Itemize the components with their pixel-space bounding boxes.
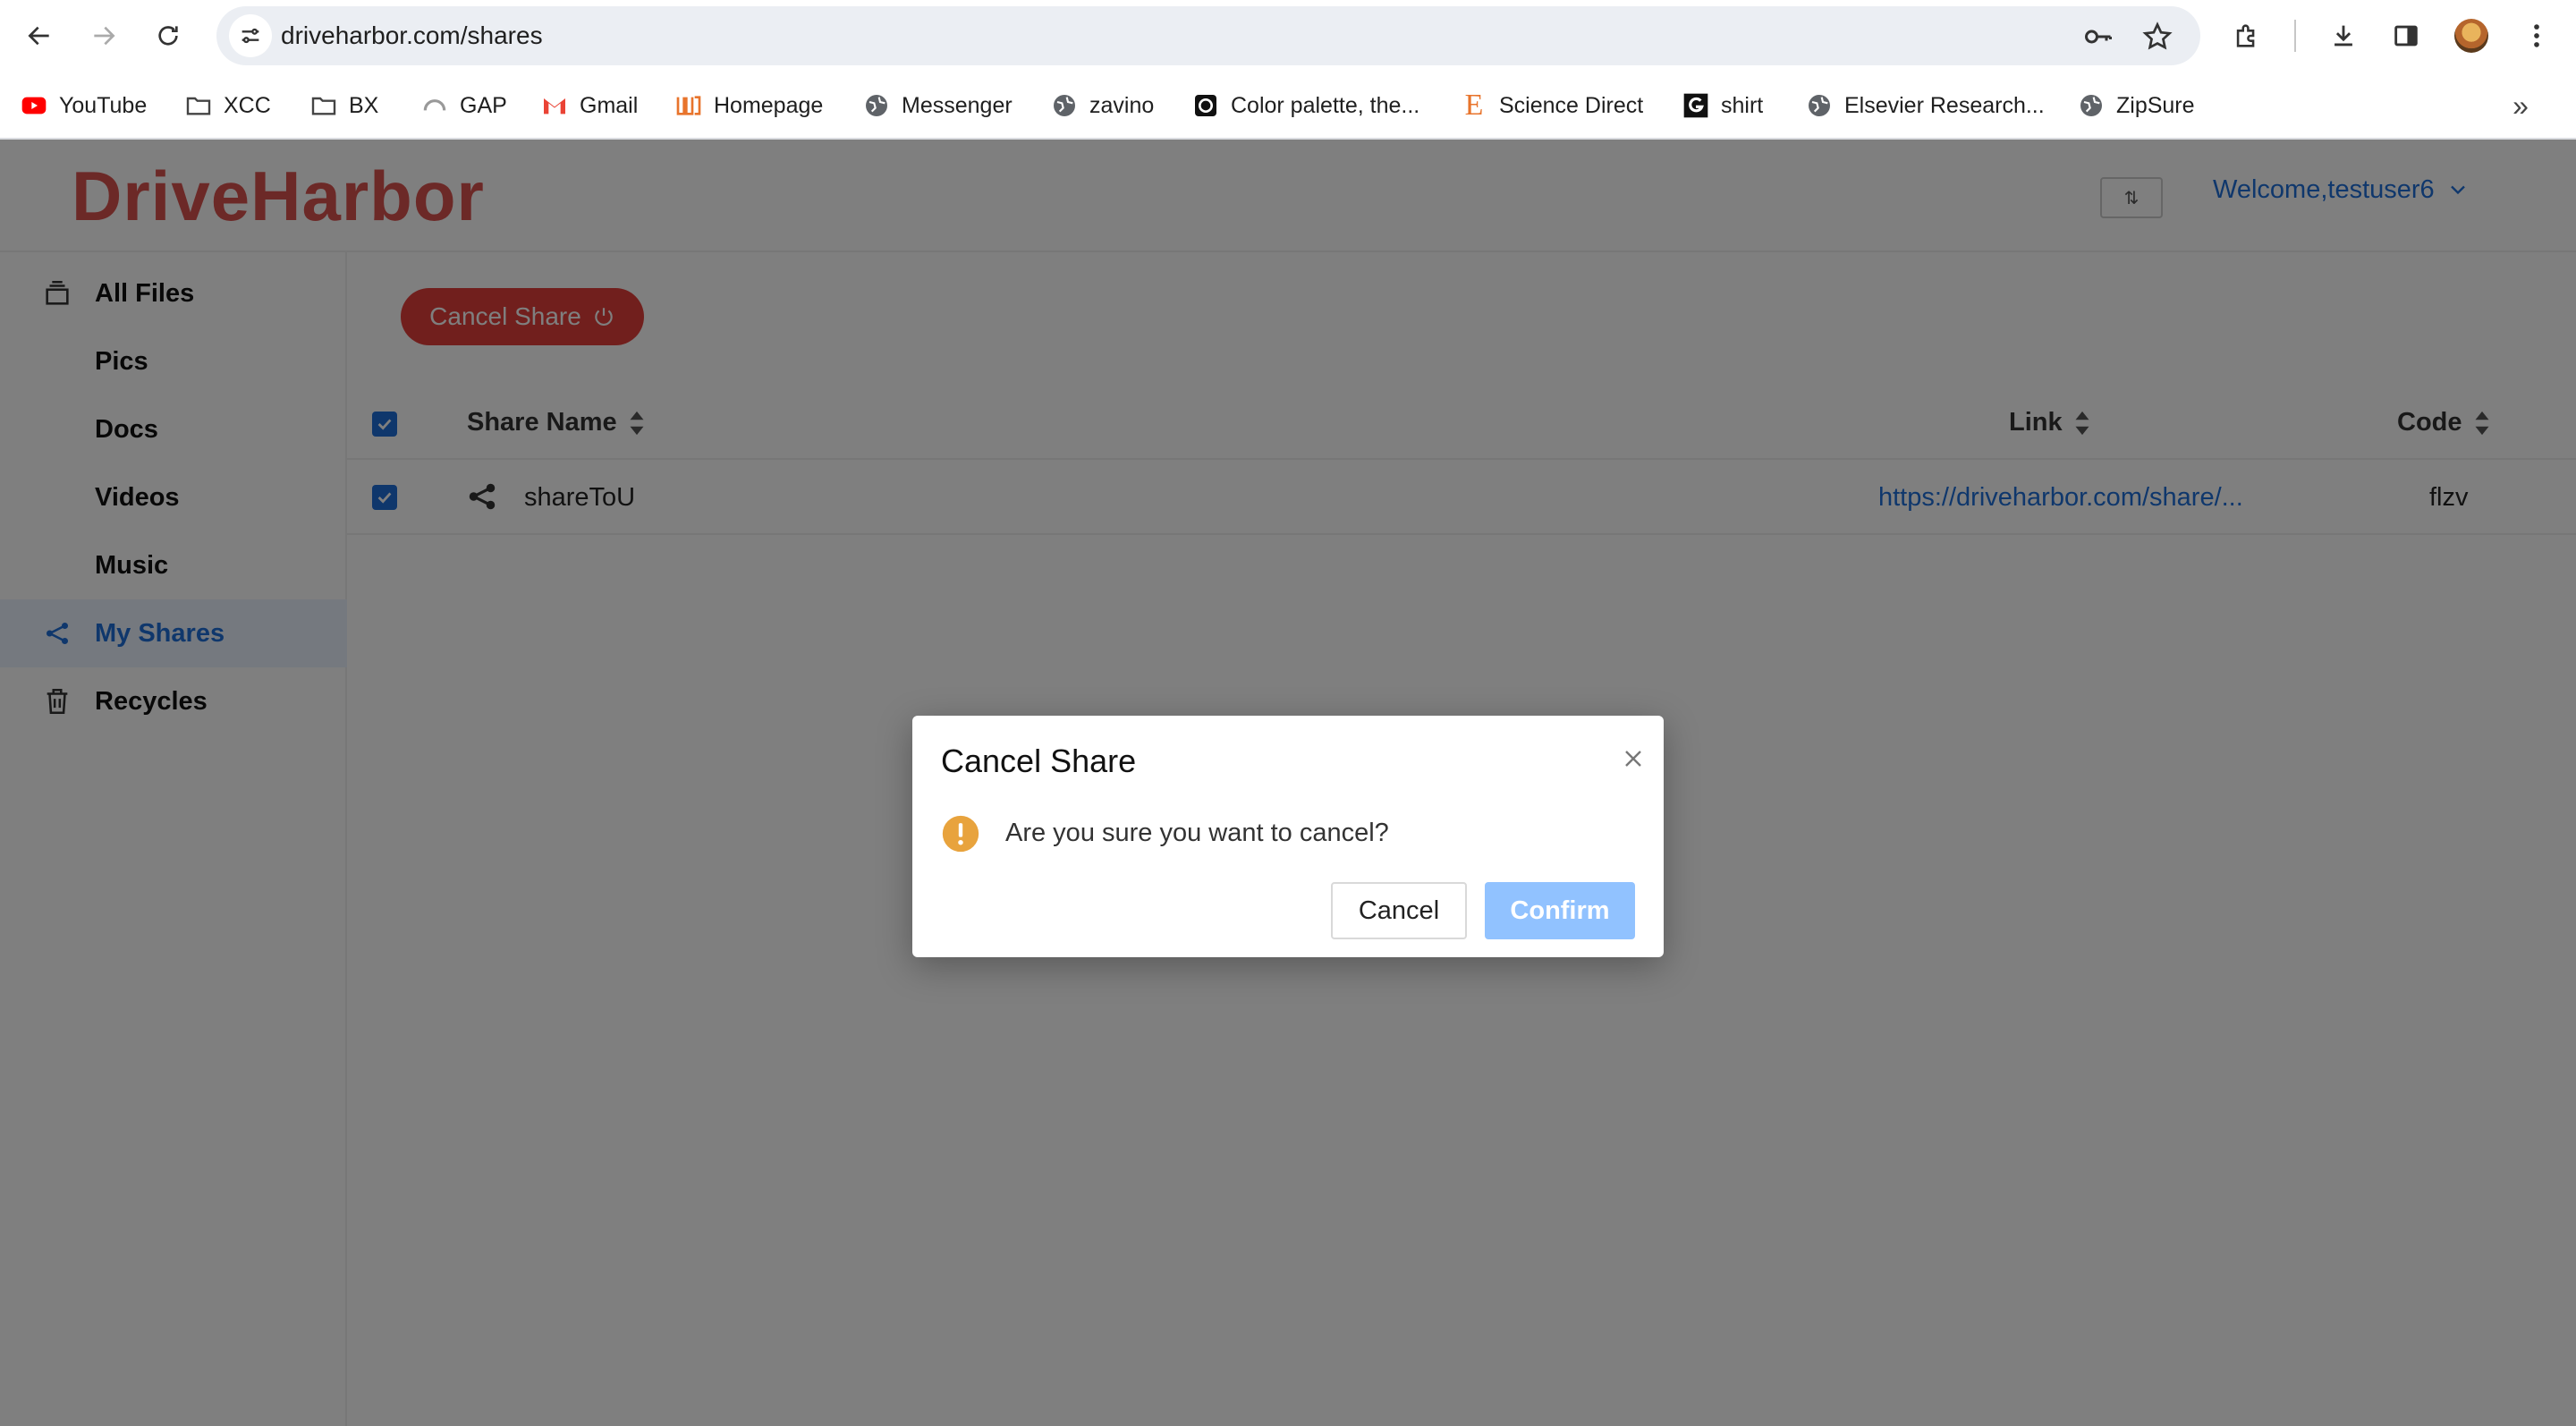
arrow-left-icon (28, 26, 49, 46)
bookmark-elsevier-research[interactable]: Elsevier Research... (1805, 72, 2045, 140)
bookmark-youtube[interactable]: YouTube (20, 72, 147, 140)
bookmark-label: Science Direct (1499, 92, 1644, 118)
bookmark-label: Elsevier Research... (1844, 92, 2045, 118)
back-button[interactable] (18, 14, 61, 57)
dialog-title: Cancel Share (941, 743, 1137, 779)
bookmark-homepage[interactable]: Homepage (674, 72, 823, 140)
bookmark-zipsure[interactable]: ZipSure (2077, 72, 2195, 140)
key-icon[interactable] (2082, 21, 2114, 53)
bookmark-gmail[interactable]: Gmail (540, 72, 638, 140)
bookmarks-bar: YouTube XCC BX GAP Gmail Homepage Messen… (0, 72, 2576, 140)
cancel-button[interactable]: Cancel (1331, 882, 1467, 939)
puzzle-icon (2236, 24, 2255, 47)
star-icon[interactable] (2141, 21, 2174, 53)
bookmark-shirt[interactable]: shirt (1682, 72, 1763, 140)
browser-toolbar: driveharbor.com/shares (0, 0, 2576, 72)
dialog-message: Are you sure you want to cancel? (1005, 819, 1389, 847)
warning-icon (942, 815, 979, 853)
extensions-button[interactable] (2229, 18, 2265, 54)
globe-icon (862, 91, 891, 120)
browser-menu-button[interactable] (2519, 18, 2555, 54)
palette-icon (1191, 91, 1220, 120)
bookmark-science-direct[interactable]: E Science Direct (1460, 72, 1644, 140)
side-panel-button[interactable] (2388, 18, 2424, 54)
close-icon[interactable] (1619, 744, 1648, 773)
gmail-icon (540, 91, 569, 120)
bookmark-zavino[interactable]: zavino (1050, 72, 1154, 140)
bookmark-label: shirt (1721, 92, 1764, 118)
profile-avatar[interactable] (2454, 19, 2488, 53)
bookmark-bx[interactable]: BX (309, 72, 378, 140)
more-vert-icon (2534, 24, 2539, 47)
arrow-right-icon (94, 26, 115, 46)
downloads-button[interactable] (2326, 18, 2361, 54)
forward-button[interactable] (82, 14, 125, 57)
youtube-icon (20, 91, 48, 120)
toolbar-separator (2294, 20, 2296, 52)
bookmark-label: zavino (1089, 92, 1155, 118)
bookmark-messenger[interactable]: Messenger (862, 72, 1013, 140)
tune-icon (242, 28, 259, 44)
bookmark-label: Gmail (580, 92, 639, 118)
bookmark-label: Homepage (714, 92, 824, 118)
folder-icon (184, 91, 213, 120)
bookmark-label: XCC (224, 92, 271, 118)
g-icon (1682, 91, 1710, 120)
address-bar[interactable]: driveharbor.com/shares (216, 6, 2200, 65)
bookmark-xcc[interactable]: XCC (184, 72, 271, 140)
elsevier-icon: E (1464, 89, 1484, 122)
globe-icon (2077, 91, 2106, 120)
bookmark-label: Color palette, the... (1231, 92, 1420, 118)
chevron-double-right-icon[interactable]: » (2504, 89, 2537, 122)
bookmark-label: BX (349, 92, 379, 118)
side-panel-icon (2394, 25, 2418, 47)
bookmark-label: GAP (460, 92, 507, 118)
reload-button[interactable] (147, 14, 190, 57)
download-icon (2334, 25, 2352, 47)
bookmark-gap[interactable]: GAP (420, 72, 507, 140)
reload-icon (158, 26, 178, 46)
homepage-icon (674, 91, 703, 120)
confirm-button[interactable]: Confirm (1485, 882, 1635, 939)
site-info-button[interactable] (229, 14, 272, 57)
gauge-icon (420, 91, 449, 120)
globe-icon (1050, 91, 1079, 120)
bookmark-label: Messenger (902, 92, 1013, 118)
cancel-share-dialog: Cancel Share Are you sure you want to ca… (912, 716, 1664, 957)
bookmark-label: YouTube (59, 92, 148, 118)
globe-icon (1805, 91, 1834, 120)
folder-icon (309, 91, 338, 120)
url-text[interactable]: driveharbor.com/shares (281, 6, 543, 65)
bookmark-color-palette[interactable]: Color palette, the... (1191, 72, 1419, 140)
bookmark-label: ZipSure (2116, 92, 2195, 118)
